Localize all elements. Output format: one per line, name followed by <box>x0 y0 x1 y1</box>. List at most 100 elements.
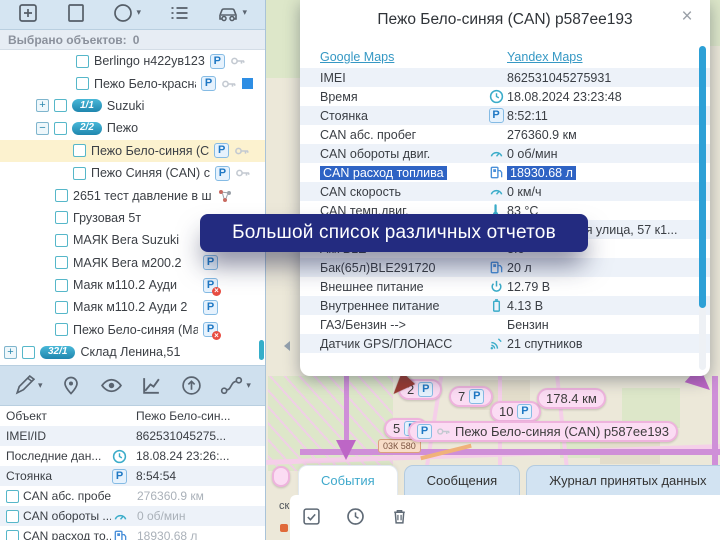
units-toolbar: ▾ ▾ <box>0 0 265 30</box>
tree-group-row[interactable]: + 1/1 Suzuki <box>0 95 265 117</box>
fuel-icon <box>489 260 504 275</box>
group-checkbox[interactable] <box>54 122 67 135</box>
watermark-text: Avito <box>636 501 710 535</box>
list-view-button[interactable] <box>169 3 190 23</box>
gauge-icon <box>489 184 504 199</box>
clock-icon <box>489 89 504 104</box>
map-route-arrow <box>336 440 356 460</box>
close-icon[interactable]: × <box>678 8 696 26</box>
parking-icon: P <box>215 166 230 181</box>
expand-icon[interactable]: + <box>36 99 49 112</box>
time-filter-icon[interactable] <box>346 507 365 526</box>
parking-icon: P <box>214 143 229 158</box>
group-badge: 32/1 <box>40 346 75 359</box>
detail-row: IMEI/ID 862531045275... <box>0 426 265 446</box>
tree-row[interactable]: Маяк м110.2 Ауди 2 P <box>0 296 265 318</box>
tab-data-log[interactable]: Журнал принятых данных <box>526 465 720 495</box>
watch-button[interactable] <box>100 375 123 396</box>
send-command-button[interactable] <box>181 375 202 396</box>
unit-checkbox[interactable] <box>55 256 68 269</box>
map-cluster-label[interactable]: 7 P <box>449 386 493 407</box>
sensor-checkbox[interactable] <box>6 490 19 503</box>
unit-checkbox[interactable] <box>55 211 68 224</box>
unit-checkbox[interactable] <box>76 55 89 68</box>
select-area-button[interactable] <box>66 3 86 23</box>
map-cluster-label[interactable]: 10 P <box>490 401 541 422</box>
cluster-count: 10 <box>499 404 513 419</box>
yandex-maps-link[interactable]: Yandex Maps <box>507 50 583 64</box>
map-cluster-label <box>272 466 290 487</box>
tree-row[interactable]: Маяк м110.2 Ауди P <box>0 274 265 296</box>
annotation-banner: Большой список различных отчетов <box>200 214 588 252</box>
tree-scrollbar[interactable] <box>259 340 264 360</box>
gauge-icon <box>489 146 504 161</box>
collapse-icon[interactable]: − <box>36 122 49 135</box>
google-maps-link[interactable]: Google Maps <box>320 50 394 64</box>
clock-icon <box>112 449 127 464</box>
vehicle-filter-button[interactable]: ▾ <box>217 3 247 23</box>
tab-bar: События Сообщения Журнал принятых данных <box>290 465 720 495</box>
popup-row: ГАЗ/Бензин --> Бензин <box>300 315 710 334</box>
parking-icon: P <box>210 54 225 69</box>
map-distance-label[interactable]: 178.4 км <box>537 388 606 409</box>
tab-events[interactable]: События <box>298 465 398 495</box>
trash-icon[interactable] <box>390 507 409 526</box>
detail-row: CAN расход то... 18930.68 л <box>0 526 265 540</box>
detail-row: CAN абс. пробег 276360.9 км <box>0 486 265 506</box>
monitoring-sidebar: ▾ ▾ Выбрано объектов:0 Berlingo н422ув12… <box>0 0 266 540</box>
tree-group-row[interactable]: + 32/1 Склад Ленина,51 <box>0 341 265 363</box>
panel-collapse-handle[interactable] <box>284 341 290 351</box>
unit-checkbox[interactable] <box>55 279 68 292</box>
unit-checkbox[interactable] <box>55 189 68 202</box>
tree-row[interactable]: Пежо Синяя (CAN) с P <box>0 162 265 184</box>
sensor-checkbox[interactable] <box>6 530 19 540</box>
tab-messages[interactable]: Сообщения <box>404 465 521 495</box>
radius-select-button[interactable]: ▾ <box>113 3 141 23</box>
popup-row: Стоянка P 8:52:11 <box>300 106 710 125</box>
fuel-icon <box>113 529 128 540</box>
watermark-circles <box>601 501 631 535</box>
tree-group-row[interactable]: − 2/2 Пежо <box>0 117 265 139</box>
chevron-down-icon: ▾ <box>38 380 43 391</box>
unit-details-table: Объект Пежо Бело-син... IMEI/ID 86253104… <box>0 406 265 540</box>
popup-row: Время 18.08.2024 23:23:48 <box>300 87 710 106</box>
tree-row-selected[interactable]: Пежо Бело-синяя (С P <box>0 140 265 162</box>
expand-icon[interactable]: + <box>4 346 17 359</box>
popup-row: CAN обороты двиг. 0 об/мин <box>300 144 710 163</box>
parking-icon: P <box>203 300 218 315</box>
map-street-text: ск <box>279 500 289 512</box>
detail-row: Объект Пежо Бело-син... <box>0 406 265 426</box>
tree-row[interactable]: 2651 тест давление в ш <box>0 184 265 206</box>
popup-links-row: Google Maps Yandex Maps <box>300 46 710 68</box>
unit-checkbox[interactable] <box>73 167 86 180</box>
key-icon <box>221 77 237 91</box>
chevron-down-icon: ▾ <box>242 7 247 18</box>
fuel-icon <box>489 165 504 180</box>
tree-row[interactable]: Berlingo н422ув123 P <box>0 50 265 72</box>
add-unit-button[interactable] <box>18 3 38 23</box>
edit-unit-button[interactable]: ▾ <box>14 375 43 396</box>
map-unit-label[interactable]: P Пежо Бело-синяя (CAN) p587ee193 <box>408 421 678 442</box>
popup-row: CAN скорость 0 км/ч <box>300 182 710 201</box>
unit-checkbox[interactable] <box>55 323 68 336</box>
unit-checkbox[interactable] <box>73 144 86 157</box>
tree-row[interactable]: МАЯК Вега м200.2 P <box>0 252 265 274</box>
power-icon <box>489 279 504 294</box>
track-button[interactable]: ▾ <box>220 375 251 396</box>
popup-scrollbar-thumb[interactable] <box>699 46 706 308</box>
cluster-count: 5 <box>393 421 400 436</box>
group-checkbox[interactable] <box>22 346 35 359</box>
unit-checkbox[interactable] <box>55 234 68 247</box>
parking-off-icon: P <box>203 278 218 293</box>
tree-row[interactable]: Пежо Бело-красная P <box>0 72 265 94</box>
unit-name: Пежо Бело-синяя (CAN) p587ee193 <box>455 424 669 439</box>
charts-button[interactable] <box>141 375 162 396</box>
unit-checkbox[interactable] <box>76 77 89 90</box>
unit-checkbox[interactable] <box>55 301 68 314</box>
locate-button[interactable] <box>61 375 81 396</box>
group-checkbox[interactable] <box>54 99 67 112</box>
sensor-checkbox[interactable] <box>6 510 19 523</box>
parking-icon: P <box>469 389 484 404</box>
tree-row[interactable]: Пежо Бело-синяя (Мая P <box>0 319 265 341</box>
select-all-checkbox-icon[interactable] <box>302 507 321 526</box>
